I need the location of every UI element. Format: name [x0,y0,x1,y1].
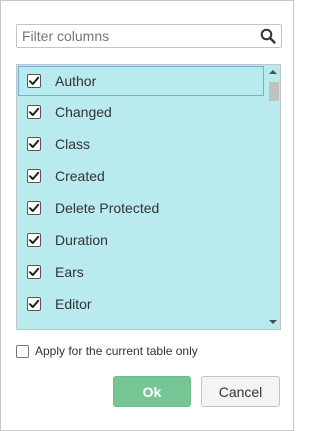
column-checkbox[interactable] [27,329,41,330]
scrollbar-thumb[interactable] [269,82,279,101]
checkmark-icon [29,76,40,85]
column-checkbox[interactable] [27,105,41,119]
column-label: Delete Protected [55,200,160,216]
apply-current-table-label: Apply for the current table only [35,344,198,358]
checkmark-icon [29,107,40,116]
column-checkbox[interactable] [27,297,41,311]
scroll-up-arrow-icon[interactable] [269,70,277,74]
column-list[interactable]: Author Changed Class Created Delete Protecte… [16,64,281,330]
column-list-item[interactable]: Editor [17,288,265,320]
checkmark-icon [29,139,40,148]
column-label: Ears [55,264,84,280]
column-label: Duration [55,232,108,248]
column-list-item[interactable]: Duration [17,224,265,256]
column-list-rows: Author Changed Class Created Delete Protecte… [17,65,265,330]
column-checkbox[interactable] [27,201,41,215]
list-scrollbar[interactable] [266,65,280,329]
checkmark-icon [29,299,40,308]
column-label: Expires [55,328,102,329]
column-filter-dialog: Author Changed Class Created Delete Protecte… [0,0,294,431]
apply-current-table-checkbox[interactable] [16,344,29,358]
column-list-item[interactable]: Expires [17,320,265,330]
column-checkbox[interactable] [27,74,41,88]
scroll-down-arrow-icon[interactable] [269,320,277,324]
column-checkbox[interactable] [27,169,41,183]
apply-current-table-option[interactable]: Apply for the current table only [16,344,198,358]
ok-button[interactable]: Ok [113,376,191,407]
column-label: Changed [55,104,112,120]
filter-search-box[interactable] [16,24,282,48]
checkmark-icon [29,171,40,180]
search-icon[interactable] [260,28,276,44]
checkmark-icon [29,267,40,276]
column-list-item[interactable]: Delete Protected [17,192,265,224]
column-label: Author [55,73,97,89]
column-checkbox[interactable] [27,233,41,247]
column-label: Created [55,168,105,184]
column-list-item[interactable]: Class [17,128,265,160]
column-label: Class [55,136,91,152]
column-checkbox[interactable] [27,265,41,279]
column-list-item[interactable]: Author [18,66,264,96]
filter-columns-input[interactable] [17,25,260,47]
column-label: Editor [55,296,92,312]
checkmark-icon [29,203,40,212]
checkmark-icon [29,235,40,244]
column-list-item[interactable]: Created [17,160,265,192]
column-list-item[interactable]: Changed [17,96,265,128]
column-checkbox[interactable] [27,137,41,151]
column-list-item[interactable]: Ears [17,256,265,288]
cancel-button[interactable]: Cancel [201,376,280,407]
